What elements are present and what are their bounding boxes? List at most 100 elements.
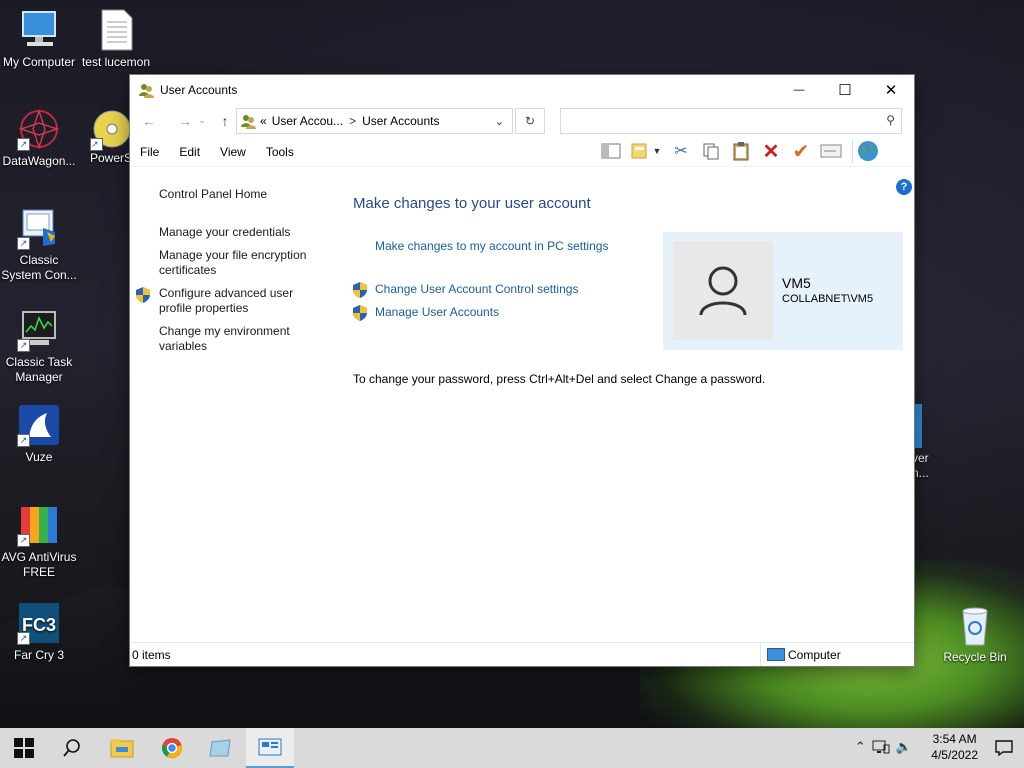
search-button[interactable] [48, 728, 96, 768]
menu-view[interactable]: View [210, 145, 256, 159]
desktop-icon-label: PowerS [90, 151, 130, 165]
globe-icon [858, 141, 878, 161]
desktop-icon-recycle-bin[interactable]: Recycle Bin [936, 603, 1014, 665]
address-dropdown-icon[interactable]: ⌄ [495, 115, 504, 128]
notification-button[interactable] [984, 728, 1024, 768]
delete-button[interactable]: ✕ [756, 139, 786, 163]
item-count: 0 items [132, 648, 171, 662]
uac-settings-link[interactable]: Change User Account Control settings [353, 282, 578, 298]
desktop-icon-my-computer[interactable]: My Computer [0, 8, 78, 70]
taskbar-clock[interactable]: 3:54 AM 4/5/2022 [931, 731, 978, 763]
uac-shield-icon [353, 282, 367, 298]
up-arrow-icon: ↑ [221, 112, 229, 129]
windows-logo-icon [14, 738, 34, 758]
back-arrow-icon: ← [142, 112, 156, 129]
chevron-down-icon: ⌄ [198, 115, 206, 125]
manage-user-accounts-link[interactable]: Manage User Accounts [353, 305, 499, 321]
desktop-icon-datawagon[interactable]: ↗ DataWagon... [0, 107, 78, 169]
desktop-icon-vuze[interactable]: ↗ Vuze [0, 403, 78, 465]
desktop-icon-label: Classic System Con... [1, 253, 77, 282]
menu-edit[interactable]: Edit [169, 145, 210, 159]
title-bar[interactable]: User Accounts — ☐ ✕ [130, 75, 914, 104]
manage-credentials-link[interactable]: Manage your credentials [130, 225, 324, 240]
taskbar-chrome[interactable] [148, 728, 196, 768]
uac-shield-icon [136, 287, 150, 303]
manage-credentials-label: Manage your credentials [159, 225, 291, 239]
network-icon[interactable] [872, 739, 890, 755]
close-button[interactable]: ✕ [868, 75, 914, 104]
maximize-button[interactable]: ☐ [822, 75, 868, 104]
user-accounts-icon [241, 115, 256, 129]
scissors-icon: ✂ [674, 143, 688, 160]
breadcrumb-user-accounts[interactable]: User Accounts [362, 114, 439, 128]
shortcut-arrow-icon: ↗ [17, 632, 30, 645]
help-button[interactable]: ? [896, 179, 912, 195]
volume-icon[interactable]: 🔈 [896, 739, 912, 755]
forward-arrow-icon: → [178, 112, 192, 129]
window-title: User Accounts [160, 82, 238, 97]
search-box[interactable]: ⚲ [560, 108, 902, 134]
start-button[interactable] [0, 728, 48, 768]
desktop-icon-label: Vuze [25, 450, 53, 464]
desktop-icon-test-lucemon[interactable]: test lucemon [77, 8, 155, 70]
taskbar-app[interactable] [196, 728, 244, 768]
desktop-icon-label: n... [912, 466, 929, 480]
desktop-icon-partial[interactable]: ver n... [912, 404, 936, 481]
maximize-icon: ☐ [838, 81, 852, 99]
desktop-icon-classic-system-control[interactable]: ↗ Classic System Con... [0, 206, 78, 283]
desktop-icon-powers[interactable]: ↗ PowerS [76, 107, 130, 166]
shortcut-arrow-icon: ↗ [17, 534, 30, 547]
desktop-icon-label: Classic Task Manager [5, 355, 73, 384]
breadcrumb-overflow[interactable]: « [260, 114, 267, 128]
taskbar-file-explorer[interactable] [98, 728, 146, 768]
pc-settings-link[interactable]: Make changes to my account in PC setting… [375, 239, 608, 253]
shortcut-arrow-icon: ↗ [90, 138, 103, 151]
file-encryption-link[interactable]: Manage your file encryption certificates [130, 248, 324, 278]
status-location-label: Computer [788, 648, 841, 662]
forward-button[interactable]: → [174, 110, 196, 132]
menu-file[interactable]: File [130, 145, 169, 159]
properties-button[interactable]: ✔ [786, 139, 816, 163]
desktop-icon-classic-task-manager[interactable]: ↗ Classic Task Manager [0, 308, 78, 385]
account-name: VM5 [782, 275, 811, 291]
main-content: Make changes to your user account [353, 195, 913, 212]
rename-button[interactable] [816, 139, 846, 163]
paste-button[interactable] [726, 139, 756, 163]
copy-icon [703, 143, 719, 160]
refresh-button[interactable]: ↻ [515, 108, 545, 134]
folder-icon [110, 739, 134, 758]
control-panel-home-link[interactable]: Control Panel Home [130, 187, 324, 202]
desktop-icon-label: Recycle Bin [943, 650, 1007, 664]
advanced-profile-link[interactable]: Configure advanced user profile properti… [130, 286, 324, 316]
avg-icon: ↗ [17, 503, 61, 547]
shortcut-arrow-icon: ↗ [17, 339, 30, 352]
clipboard-icon [733, 142, 749, 161]
breadcrumb-separator-icon[interactable]: > [349, 114, 356, 128]
address-bar[interactable]: « User Accou... > User Accounts ⌄ [236, 108, 513, 134]
chevron-up-icon[interactable]: ⌃ [855, 739, 866, 755]
environment-variables-link[interactable]: Change my environment variables [130, 324, 324, 354]
recent-locations-button[interactable]: ⌄ [196, 110, 208, 132]
search-icon: ⚲ [886, 113, 895, 127]
menu-tools[interactable]: Tools [256, 145, 304, 159]
preview-pane-button[interactable] [596, 139, 626, 163]
internet-button[interactable] [852, 139, 883, 163]
desktop-icon-avg-antivirus[interactable]: ↗ AVG AntiVirus FREE [0, 503, 78, 580]
control-panel-icon [258, 738, 282, 756]
folder-view-icon [631, 143, 647, 159]
desktop-icon-far-cry-3[interactable]: FC3 ↗ Far Cry 3 [0, 601, 78, 663]
search-input[interactable] [565, 109, 869, 133]
taskbar-control-panel[interactable] [246, 728, 294, 768]
back-button[interactable]: ← [138, 110, 160, 132]
disc-icon: ↗ [90, 107, 130, 151]
cut-button[interactable]: ✂ [666, 139, 696, 163]
uac-shield-icon [353, 305, 367, 321]
minimize-button[interactable]: — [776, 75, 822, 104]
computer-icon [17, 8, 61, 52]
preview-pane-icon [601, 143, 621, 159]
copy-button[interactable] [696, 139, 726, 163]
up-button[interactable]: ↑ [214, 110, 236, 132]
status-bar: 0 items Computer [130, 642, 914, 666]
change-view-button[interactable]: ▼ [626, 139, 666, 163]
breadcrumb-user-accounts-parent[interactable]: User Accou... [272, 114, 343, 128]
